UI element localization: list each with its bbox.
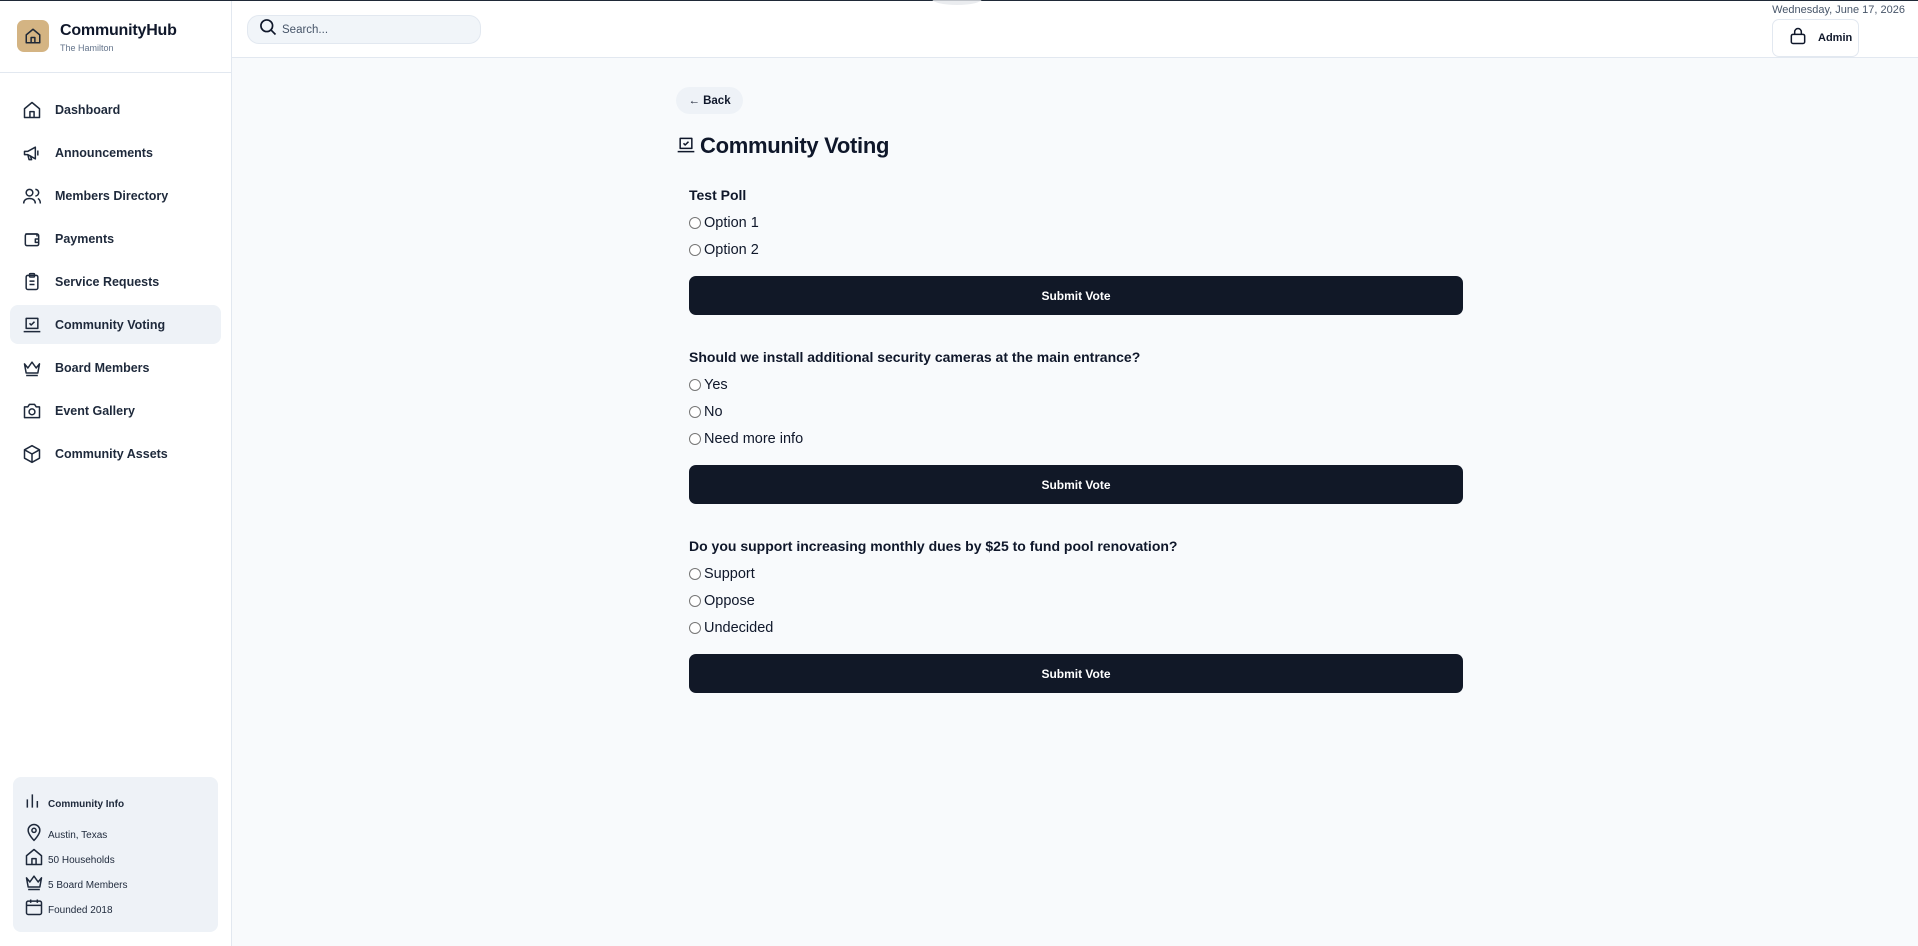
sidebar-item-announcements[interactable]: Announcements xyxy=(10,133,221,172)
sidebar-item-label: Payments xyxy=(55,231,115,246)
back-button[interactable]: ← Back xyxy=(676,87,743,114)
sidebar: CommunityHub The Hamilton Dashboard Anno… xyxy=(0,1,232,946)
poll-option-label: Option 1 xyxy=(704,214,759,231)
info-founded-row: Founded 2018 xyxy=(24,895,113,917)
sidebar-item-members-directory[interactable]: Members Directory xyxy=(10,176,221,215)
sidebar-item-label: Members Directory xyxy=(55,188,169,203)
submit-vote-button[interactable]: Submit Vote xyxy=(689,465,1463,504)
sidebar-item-event-gallery[interactable]: Event Gallery xyxy=(10,391,221,430)
brand-name: CommunityHub xyxy=(60,22,177,39)
sidebar-item-service-requests[interactable]: Service Requests xyxy=(10,262,221,301)
top-header: Wednesday, June 17, 2026 Admin xyxy=(232,0,1918,58)
poll-option-label: No xyxy=(704,403,723,420)
sidebar-item-label: Board Members xyxy=(55,360,150,375)
poll-card: Test Poll Option 1 Option 2 Submit Vote xyxy=(689,187,1463,315)
sidebar-item-label: Announcements xyxy=(55,145,153,160)
camera-icon xyxy=(21,400,43,422)
poll-option-label: Oppose xyxy=(704,592,755,609)
poll-option[interactable]: Option 1 xyxy=(689,209,1463,236)
search-bar[interactable] xyxy=(247,15,481,44)
poll-option-radio[interactable] xyxy=(689,621,701,634)
decorative-shape xyxy=(932,0,982,5)
sidebar-item-label: Event Gallery xyxy=(55,403,135,418)
current-date: Wednesday, June 17, 2026 xyxy=(1772,4,1905,16)
poll-option-label: Support xyxy=(704,565,755,582)
community-info-card: Community Info Austin, Texas 50 Househol… xyxy=(13,777,218,932)
sidebar-item-label: Dashboard xyxy=(55,102,121,117)
box-icon xyxy=(21,443,43,465)
brand: CommunityHub The Hamilton xyxy=(0,1,231,73)
info-board-row: 5 Board Members xyxy=(24,870,127,892)
admin-label: Admin xyxy=(1818,32,1853,44)
crown-icon xyxy=(21,357,43,379)
home-logo-icon[interactable] xyxy=(17,20,49,52)
poll-option-radio[interactable] xyxy=(689,378,701,391)
poll-question: Do you support increasing monthly dues b… xyxy=(689,538,1178,554)
vote-icon xyxy=(676,135,696,160)
submit-vote-button[interactable]: Submit Vote xyxy=(689,276,1463,315)
poll-option-radio[interactable] xyxy=(689,243,701,256)
sidebar-item-label: Community Voting xyxy=(55,317,166,332)
sidebar-nav: Dashboard Announcements Members Director… xyxy=(10,90,221,477)
poll-option-label: Yes xyxy=(704,376,728,393)
submit-vote-button[interactable]: Submit Vote xyxy=(689,654,1463,693)
poll-option-label: Need more info xyxy=(704,430,804,447)
poll-option-radio[interactable] xyxy=(689,216,701,229)
wallet-icon xyxy=(21,228,43,250)
sidebar-item-dashboard[interactable]: Dashboard xyxy=(10,90,221,129)
brand-subtitle: The Hamilton xyxy=(60,43,114,53)
info-households: 50 Households xyxy=(48,855,115,866)
sidebar-item-board-members[interactable]: Board Members xyxy=(10,348,221,387)
home-icon xyxy=(21,99,43,121)
info-title-row: Community Info xyxy=(24,789,124,811)
vote-icon xyxy=(21,314,43,336)
poll-option[interactable]: Support xyxy=(689,560,1463,587)
users-icon xyxy=(21,185,43,207)
search-input[interactable] xyxy=(282,23,462,36)
calendar-icon xyxy=(24,895,48,917)
poll-option[interactable]: Oppose xyxy=(689,587,1463,614)
page-title: Community Voting xyxy=(700,133,890,158)
search-icon xyxy=(258,17,278,42)
poll-option-radio[interactable] xyxy=(689,567,701,580)
sidebar-item-label: Service Requests xyxy=(55,274,160,289)
info-location: Austin, Texas xyxy=(48,830,108,841)
poll-question: Should we install additional security ca… xyxy=(689,349,1141,365)
poll-card: Do you support increasing monthly dues b… xyxy=(689,538,1463,693)
info-title: Community Info xyxy=(48,799,125,810)
info-location-row: Austin, Texas xyxy=(24,820,107,842)
poll-card: Should we install additional security ca… xyxy=(689,349,1463,504)
poll-question: Test Poll xyxy=(689,187,747,203)
home-icon xyxy=(24,845,48,867)
poll-option[interactable]: Option 2 xyxy=(689,236,1463,263)
lock-icon xyxy=(1788,26,1808,51)
bar-chart-icon xyxy=(24,789,48,811)
admin-button[interactable]: Admin xyxy=(1772,19,1859,57)
poll-option[interactable]: Need more info xyxy=(689,425,1463,452)
poll-option-label: Undecided xyxy=(704,619,774,636)
map-pin-icon xyxy=(24,820,48,842)
megaphone-icon xyxy=(21,142,43,164)
sidebar-item-payments[interactable]: Payments xyxy=(10,219,221,258)
poll-option-radio[interactable] xyxy=(689,594,701,607)
poll-option[interactable]: Undecided xyxy=(689,614,1463,641)
poll-option-radio[interactable] xyxy=(689,432,701,445)
info-founded: Founded 2018 xyxy=(48,905,113,916)
sidebar-item-community-assets[interactable]: Community Assets xyxy=(10,434,221,473)
poll-option-label: Option 2 xyxy=(704,241,759,258)
info-households-row: 50 Households xyxy=(24,845,115,867)
poll-option-radio[interactable] xyxy=(689,405,701,418)
clipboard-icon xyxy=(21,271,43,293)
sidebar-item-community-voting[interactable]: Community Voting xyxy=(10,305,221,344)
info-board-members: 5 Board Members xyxy=(48,880,128,891)
poll-option[interactable]: No xyxy=(689,398,1463,425)
poll-option[interactable]: Yes xyxy=(689,371,1463,398)
sidebar-item-label: Community Assets xyxy=(55,446,168,461)
crown-icon xyxy=(24,870,48,892)
